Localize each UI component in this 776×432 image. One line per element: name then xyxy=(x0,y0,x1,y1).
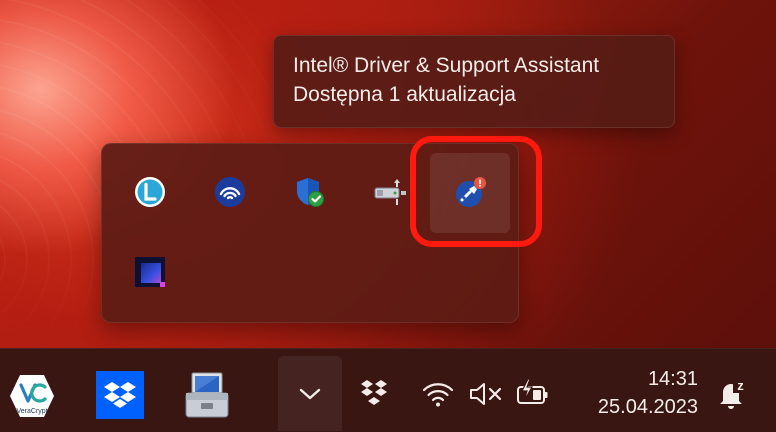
chevron-down-icon xyxy=(299,388,321,399)
clock[interactable]: 14:31 25.04.2023 xyxy=(570,365,698,421)
notification-badge: z xyxy=(737,378,744,393)
tooltip-subtitle: Dostępna 1 aktualizacja xyxy=(293,83,516,106)
clock-time: 14:31 xyxy=(647,368,698,390)
veracrypt-label: VeraCrypt xyxy=(16,408,47,415)
dropbox-tray-icon[interactable] xyxy=(356,376,392,410)
windows-security-icon[interactable] xyxy=(286,168,334,216)
speaker-muted-icon[interactable] xyxy=(466,378,506,410)
dropbox-app-icon[interactable] xyxy=(96,371,144,419)
app-tray-icon[interactable] xyxy=(126,248,174,296)
notification-bell-icon[interactable]: z xyxy=(712,374,752,414)
show-hidden-icons-chevron[interactable] xyxy=(278,356,342,431)
safely-remove-hardware-icon[interactable] xyxy=(366,168,414,216)
battery-charging-icon[interactable] xyxy=(514,376,554,410)
wifi-icon[interactable] xyxy=(420,378,456,410)
highlight-annotation xyxy=(410,136,542,247)
tooltip-title: Intel® Driver & Support Assistant xyxy=(293,54,600,77)
veracrypt-icon[interactable]: VeraCrypt xyxy=(7,372,57,420)
toolbox-computer-icon[interactable] xyxy=(182,369,232,421)
lenovo-vantage-icon[interactable] xyxy=(126,168,174,216)
network-tray-icon[interactable] xyxy=(206,168,254,216)
clock-date: 25.04.2023 xyxy=(597,396,698,418)
tooltip: Intel® Driver & Support Assistant Dostęp… xyxy=(273,35,675,128)
